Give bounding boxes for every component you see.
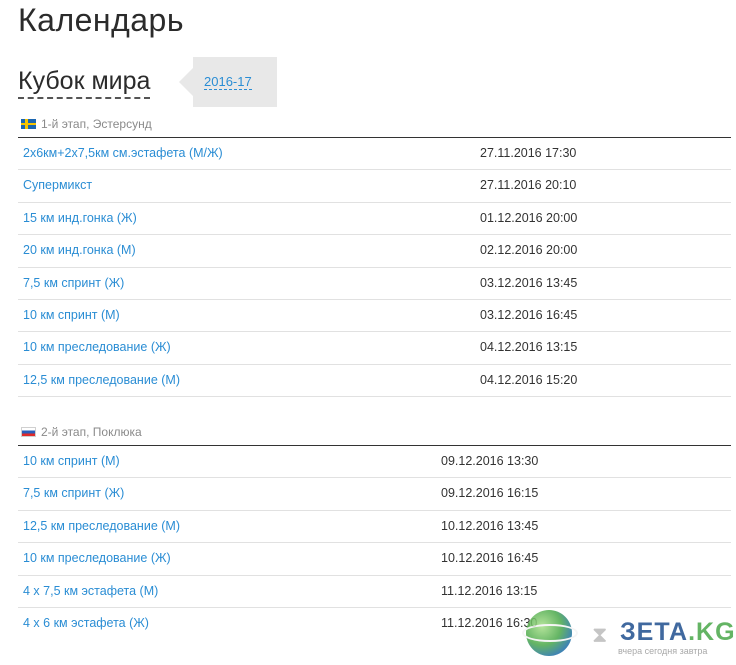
- event-link[interactable]: 7,5 км спринт (Ж): [23, 276, 124, 290]
- event-time: 01.12.2016 20:00: [480, 210, 578, 225]
- event-link[interactable]: 4 х 7,5 км эстафета (М): [23, 584, 158, 598]
- table-row: Супермикст 27.11.2016 20:10: [18, 170, 731, 203]
- event-link[interactable]: 4 х 6 км эстафета (Ж): [23, 616, 149, 630]
- stage-header-label: 2-й этап, Поклюка: [41, 425, 142, 439]
- table-row: 10 км преследование (Ж) 10.12.2016 16:45: [18, 543, 731, 576]
- event-time: 11.12.2016 13:15: [441, 583, 538, 598]
- event-time: 09.12.2016 16:15: [441, 486, 539, 501]
- watermark-logo: ЗЕТА.KG: [620, 618, 736, 646]
- event-link[interactable]: 12,5 км преследование (М): [23, 519, 180, 533]
- event-time: 04.12.2016 13:15: [480, 340, 578, 355]
- table-row: 7,5 км спринт (Ж) 09.12.2016 16:15: [18, 478, 731, 511]
- event-time: 03.12.2016 16:45: [480, 307, 578, 322]
- event-link[interactable]: 20 км инд.гонка (М): [23, 243, 136, 257]
- event-time: 10.12.2016 16:45: [441, 551, 539, 566]
- event-time: 09.12.2016 13:30: [441, 454, 539, 468]
- sweden-flag-icon: [21, 119, 36, 129]
- event-time: 27.11.2016 20:10: [480, 178, 577, 193]
- event-time: 04.12.2016 15:20: [480, 372, 578, 387]
- event-link[interactable]: 12,5 км преследование (М): [23, 373, 180, 387]
- event-time: 03.12.2016 13:45: [480, 275, 578, 290]
- page-title: Календарь: [18, 2, 185, 38]
- watermark-tagline: вчера сегодня завтра: [618, 646, 708, 656]
- orbit-ring-icon: [522, 624, 578, 642]
- season-selector[interactable]: 2016-17: [179, 57, 277, 107]
- event-link[interactable]: Супермикст: [23, 178, 92, 192]
- event-time: 27.11.2016 17:30: [480, 146, 577, 160]
- table-row: 10 км спринт (М) 03.12.2016 16:45: [18, 300, 731, 333]
- table-row: 7,5 км спринт (Ж) 03.12.2016 13:45: [18, 268, 731, 300]
- stage-header: 2-й этап, Поклюка: [18, 419, 731, 446]
- stage-header: 1-й этап, Эстерсунд: [18, 111, 731, 138]
- table-row: 2х6км+2х7,5км см.эстафета (М/Ж) 27.11.20…: [18, 138, 731, 171]
- stage-header-label: 1-й этап, Эстерсунд: [41, 117, 152, 131]
- stage-table-1: 1-й этап, Эстерсунд 2х6км+2х7,5км см.эст…: [18, 111, 731, 398]
- table-row: 12,5 км преследование (М) 04.12.2016 15:…: [18, 365, 731, 398]
- hourglass-icon: ⧗: [592, 622, 608, 647]
- table-row: 15 км инд.гонка (Ж) 01.12.2016 20:00: [18, 203, 731, 236]
- event-link[interactable]: 10 км преследование (Ж): [23, 340, 171, 354]
- table-row: 20 км инд.гонка (М) 02.12.2016 20:00: [18, 235, 731, 268]
- event-link[interactable]: 2х6км+2х7,5км см.эстафета (М/Ж): [23, 146, 223, 160]
- section-title: Кубок мира: [18, 66, 151, 99]
- watermark: ⧗ ЗЕТА.KG вчера сегодня завтра: [522, 604, 736, 664]
- event-link[interactable]: 10 км спринт (М): [23, 454, 120, 468]
- table-row: 10 км преследование (Ж) 04.12.2016 13:15: [18, 332, 731, 365]
- slovenia-flag-icon: [21, 427, 36, 437]
- event-time: 02.12.2016 20:00: [480, 243, 578, 258]
- event-link[interactable]: 10 км спринт (М): [23, 308, 120, 322]
- event-link[interactable]: 15 км инд.гонка (Ж): [23, 211, 137, 225]
- table-row: 12,5 км преследование (М) 10.12.2016 13:…: [18, 511, 731, 544]
- event-link[interactable]: 7,5 км спринт (Ж): [23, 486, 124, 500]
- event-time: 10.12.2016 13:45: [441, 518, 539, 533]
- event-link[interactable]: 10 км преследование (Ж): [23, 551, 171, 565]
- season-link[interactable]: 2016-17: [204, 74, 252, 90]
- table-row: 10 км спринт (М) 09.12.2016 13:30: [18, 446, 731, 479]
